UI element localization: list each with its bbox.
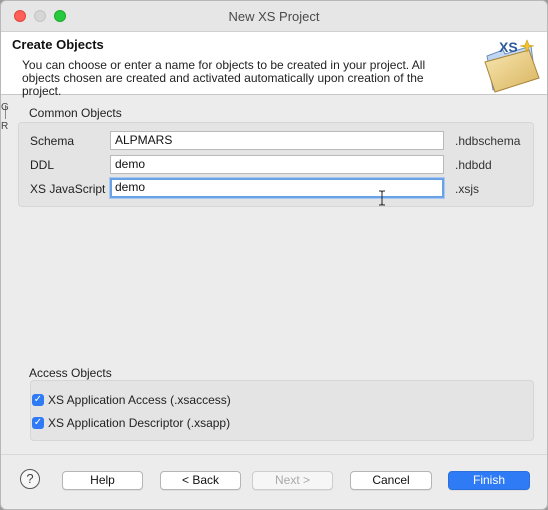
back-button[interactable]: < Back — [160, 471, 241, 490]
window-title: New XS Project — [228, 9, 320, 24]
finish-button[interactable]: Finish — [448, 471, 530, 490]
access-objects-heading: Access Objects — [29, 366, 112, 380]
schema-input[interactable]: ALPMARS — [110, 131, 444, 150]
background-window-glyph: R — [1, 121, 9, 132]
wizard-header: Create Objects You can choose or enter a… — [1, 32, 547, 98]
checkmark-icon[interactable]: ✓ — [32, 417, 44, 429]
next-button[interactable]: Next > — [252, 471, 333, 490]
ddl-label: DDL — [30, 158, 55, 172]
text-cursor-icon — [379, 190, 385, 206]
help-icon[interactable]: ? — [20, 469, 40, 489]
ddl-suffix: .hdbdd — [455, 158, 492, 172]
xsapp-label: XS Application Descriptor (.xsapp) — [48, 416, 231, 430]
ddl-input[interactable]: demo — [110, 155, 444, 174]
xs-javascript-input[interactable]: demo — [110, 178, 444, 198]
page-description: You can choose or enter a name for objec… — [22, 58, 426, 98]
common-objects-heading: Common Objects — [29, 106, 122, 120]
xs-javascript-suffix: .xsjs — [455, 182, 479, 196]
dialog-window: New XS Project Create Objects You can ch… — [0, 0, 548, 510]
help-button[interactable]: Help — [62, 471, 143, 490]
xsaccess-label: XS Application Access (.xsaccess) — [48, 393, 231, 407]
background-window-glyph: G — [1, 102, 9, 113]
cancel-button[interactable]: Cancel — [350, 471, 432, 490]
footer-divider — [1, 454, 547, 455]
title-bar: New XS Project — [1, 1, 547, 32]
schema-label: Schema — [30, 134, 75, 148]
xs-logo-text: XS — [499, 39, 518, 55]
schema-suffix: .hdbschema — [455, 134, 521, 148]
checkmark-icon[interactable]: ✓ — [32, 394, 44, 406]
access-objects-group — [30, 380, 534, 441]
xs-folder-icon: XS — [484, 39, 540, 93]
page-title: Create Objects — [12, 37, 104, 52]
xs-javascript-label: XS JavaScript — [30, 182, 106, 196]
